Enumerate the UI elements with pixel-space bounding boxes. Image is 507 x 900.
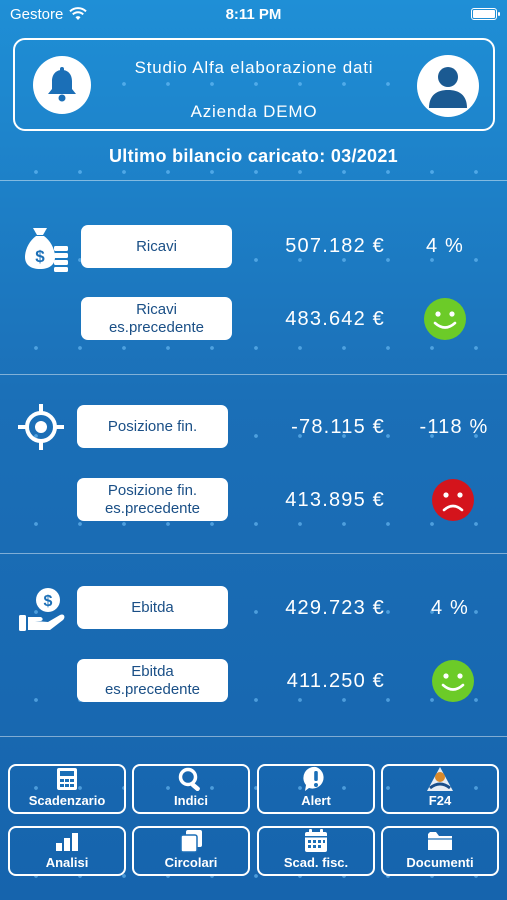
divider xyxy=(0,180,507,181)
ebitda-previous-button[interactable]: Ebitda es.precedente xyxy=(77,659,228,702)
posizione-previous-value: 413.895 € xyxy=(285,489,385,511)
nav-indici-button[interactable]: Indici xyxy=(132,764,250,814)
f24-logo-icon xyxy=(426,766,454,792)
nav-documenti-button[interactable]: Documenti xyxy=(381,826,499,876)
nav-label: Alert xyxy=(301,793,331,808)
nav-label: Analisi xyxy=(45,855,89,870)
nav-label: Documenti xyxy=(406,855,474,870)
alert-bubble-icon xyxy=(303,766,329,792)
magnifier-icon xyxy=(178,766,204,792)
svg-text:$: $ xyxy=(35,247,45,266)
status-left: Gestore xyxy=(10,5,88,23)
nav-alert-button[interactable]: Alert xyxy=(257,764,375,814)
nav-label: F24 xyxy=(428,793,452,808)
battery-icon xyxy=(471,8,500,20)
svg-text:$: $ xyxy=(44,593,53,610)
happy-face-icon xyxy=(424,298,466,340)
documents-stack-icon xyxy=(179,828,203,854)
nav-label: Scadenzario xyxy=(28,793,106,808)
nav-analisi-button[interactable]: Analisi xyxy=(8,826,126,876)
nav-scad-fisc-button[interactable]: Scad. fisc. xyxy=(257,826,375,876)
ricavi-percent: 4 % xyxy=(425,235,465,257)
ricavi-current-value: 507.182 € xyxy=(285,235,385,257)
nav-scadenzario-button[interactable]: Scadenzario xyxy=(8,764,126,814)
company-name: Azienda DEMO xyxy=(190,102,318,121)
calculator-icon xyxy=(56,766,78,792)
posizione-button[interactable]: Posizione fin. xyxy=(77,405,228,448)
carrier-label: Gestore xyxy=(10,5,64,23)
divider xyxy=(0,736,507,737)
user-avatar-icon xyxy=(429,67,467,108)
profile-button[interactable] xyxy=(417,55,479,117)
status-bar: Gestore 8:11 PM xyxy=(0,0,507,28)
target-icon xyxy=(18,404,64,450)
ebitda-button[interactable]: Ebitda xyxy=(77,586,228,629)
hand-coin-icon: $ xyxy=(19,588,65,631)
bar-chart-icon xyxy=(55,828,79,854)
posizione-current-value: -78.115 € xyxy=(291,416,385,438)
nav-label: Circolari xyxy=(164,855,218,870)
posizione-percent: -118 % xyxy=(419,416,489,438)
ebitda-previous-value: 411.250 € xyxy=(286,670,385,692)
posizione-previous-button[interactable]: Posizione fin. es.precedente xyxy=(77,478,228,521)
ricavi-button[interactable]: Ricavi xyxy=(81,225,232,268)
nav-f24-button[interactable]: F24 xyxy=(381,764,499,814)
money-bag-icon: $ xyxy=(25,228,68,272)
ricavi-previous-button[interactable]: Ricavi es.precedente xyxy=(81,297,232,340)
ricavi-previous-value: 483.642 € xyxy=(285,308,385,330)
wifi-icon xyxy=(69,7,88,20)
divider xyxy=(0,553,507,554)
happy-face-icon xyxy=(432,660,474,702)
sad-face-icon xyxy=(432,479,474,521)
folder-icon xyxy=(427,828,453,854)
nav-circolari-button[interactable]: Circolari xyxy=(132,826,250,876)
divider xyxy=(0,374,507,375)
nav-label: Scad. fisc. xyxy=(283,855,349,870)
ebitda-percent: 4 % xyxy=(430,597,470,619)
calendar-icon xyxy=(304,828,328,854)
ebitda-current-value: 429.723 € xyxy=(285,597,385,619)
nav-label: Indici xyxy=(174,793,208,808)
header-card: Studio Alfa elaborazione dati Azienda DE… xyxy=(13,38,495,131)
last-balance-label: Ultimo bilancio caricato: 03/2021 xyxy=(108,146,398,166)
